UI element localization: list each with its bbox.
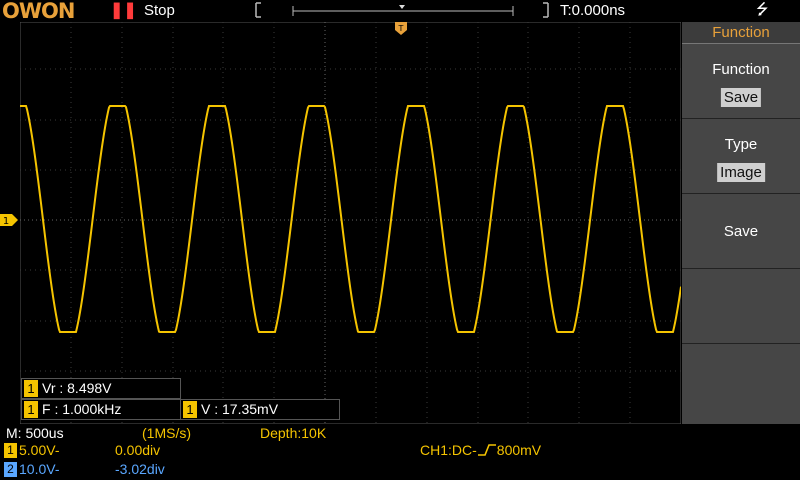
measurement-freq: 1F : 1.000kHz — [21, 399, 181, 420]
ch2-offset: -3.02div — [115, 461, 165, 477]
menu-title: Function — [682, 22, 800, 44]
ch2-badge[interactable]: 2 — [4, 462, 17, 477]
menu-item-empty-4[interactable] — [682, 269, 800, 344]
ch2-scale[interactable]: 10.0V- — [19, 461, 59, 478]
rising-edge-icon — [477, 444, 496, 456]
timebase[interactable]: M: 500us — [6, 425, 64, 442]
ch1-badge[interactable]: 1 — [4, 443, 17, 458]
ch1-offset: 0.00div — [115, 442, 161, 458]
menu-item-type[interactable]: Type Image — [682, 119, 800, 194]
channel-badge: 1 — [183, 401, 197, 418]
menu-item-function[interactable]: Function Save — [682, 44, 800, 119]
ch1-scale[interactable]: 5.00V- — [19, 442, 59, 459]
svg-text:1: 1 — [3, 216, 9, 227]
pause-icon: ❚❚ — [110, 2, 137, 19]
trigger-time: T:0.000ns — [560, 2, 626, 19]
memory-position-bar[interactable] — [255, 2, 549, 18]
function-menu: Function Function Save Type Image Save — [682, 22, 800, 424]
trigger-source[interactable]: CH1:DC- 800mV — [420, 442, 541, 459]
measurement-v: 1V : 17.35mV — [180, 399, 340, 420]
waveform-display[interactable]: T — [20, 22, 681, 424]
measurement-vr-text: Vr : 8.498V — [42, 380, 112, 396]
menu-item-label: Type — [724, 136, 758, 153]
ch1-level-marker[interactable]: 1 — [0, 212, 20, 228]
memory-depth: Depth:10K — [260, 425, 327, 441]
usb-icon: ⭍ — [756, 1, 769, 18]
trigger-source-label: CH1:DC- — [420, 442, 477, 458]
menu-item-save[interactable]: Save — [682, 194, 800, 269]
channel-badge: 1 — [24, 401, 38, 418]
menu-item-value: Save — [720, 88, 762, 107]
measurement-v-text: V : 17.35mV — [201, 401, 279, 417]
menu-item-label: Save — [723, 223, 759, 240]
status-bar: M: 500us (1MS/s) Depth:10K 1 5.00V- 0.00… — [0, 424, 800, 480]
trigger-level: 800mV — [496, 442, 542, 458]
svg-text:T: T — [398, 24, 404, 33]
menu-item-label: Function — [712, 61, 770, 78]
top-bar: OWON ❚❚ Stop T:0.000ns ⭍ — [0, 0, 800, 22]
run-status: Stop — [144, 2, 175, 19]
menu-item-value: Image — [717, 163, 765, 182]
measurement-freq-text: F : 1.000kHz — [42, 401, 122, 417]
menu-item-empty-5[interactable] — [682, 344, 800, 424]
sample-rate: (1MS/s) — [142, 425, 191, 441]
brand-logo: OWON — [2, 0, 75, 23]
measurement-vr: 1 Vr : 8.498V — [21, 378, 181, 399]
channel-badge: 1 — [24, 380, 38, 397]
